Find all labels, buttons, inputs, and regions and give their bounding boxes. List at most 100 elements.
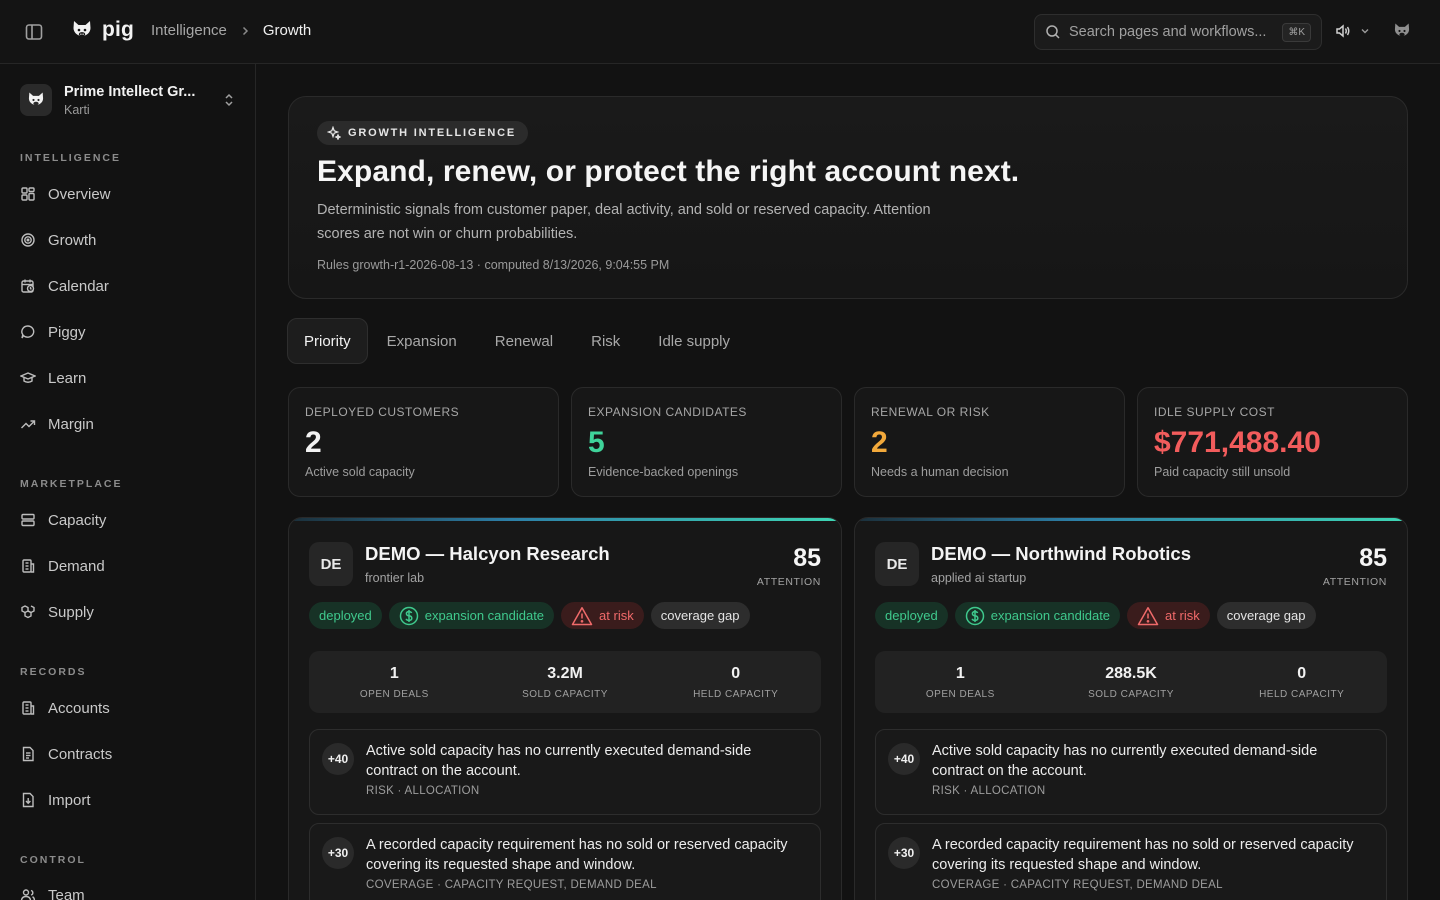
top-bar: pig Intelligence Growth ⌘K xyxy=(0,0,1440,64)
attention-score: 85 xyxy=(793,544,821,572)
sidebar-item-import[interactable]: Import xyxy=(20,785,236,815)
chat-bubble-icon xyxy=(20,324,36,340)
stat-sub: Evidence-backed openings xyxy=(588,465,739,479)
sidebar-item-learn[interactable]: Learn xyxy=(20,363,236,393)
account-card-northwind[interactable]: DE DEMO — Northwind Robotics applied ai … xyxy=(854,517,1408,900)
stat-sub: Paid capacity still unsold xyxy=(1154,465,1291,479)
calendar-clock-icon xyxy=(20,278,36,294)
sidebar-item-overview[interactable]: Overview xyxy=(20,179,236,209)
tab-idle-supply[interactable]: Idle supply xyxy=(639,318,749,364)
metric-open-deals: 1 OPEN DEALS xyxy=(875,651,1046,713)
file-import-icon xyxy=(20,792,36,808)
grid-icon xyxy=(20,186,36,202)
sidebar-item-label: Import xyxy=(48,791,91,809)
sidebar-item-label: Contracts xyxy=(48,745,113,763)
signal-text: Active sold capacity has no currently ex… xyxy=(366,743,752,779)
signal-text: A recorded capacity requirement has no s… xyxy=(932,837,1354,873)
stat-value: 2 xyxy=(305,426,322,459)
stat-label: RENEWAL OR RISK xyxy=(871,405,990,419)
sidebar-item-label: Team xyxy=(48,886,85,900)
sidebar-item-label: Margin xyxy=(48,415,94,433)
sidebar-item-capacity[interactable]: Capacity xyxy=(20,505,236,535)
hero-panel: GROWTH INTELLIGENCE Expand, renew, or pr… xyxy=(288,96,1408,299)
tab-priority[interactable]: Priority xyxy=(287,318,368,364)
sidebar-item-margin[interactable]: Margin xyxy=(20,409,236,439)
card-accent-bar xyxy=(289,518,841,521)
sidebar-item-accounts[interactable]: Accounts xyxy=(20,693,236,723)
search-input[interactable] xyxy=(1069,24,1275,40)
breadcrumb-parent[interactable]: Intelligence xyxy=(151,22,227,39)
stat-sub: Needs a human decision xyxy=(871,465,1009,479)
signal-item[interactable]: +40 Active sold capacity has no currentl… xyxy=(875,729,1387,815)
users-icon xyxy=(20,887,36,900)
stats-row: DEPLOYED CUSTOMERS 2 Active sold capacit… xyxy=(288,387,1408,497)
tag-label: deployed xyxy=(319,608,372,623)
search-shortcut: ⌘K xyxy=(1282,22,1311,42)
sidebar-item-contracts[interactable]: Contracts xyxy=(20,739,236,769)
page-description: Deterministic signals from customer pape… xyxy=(317,202,931,242)
tag-label: coverage gap xyxy=(660,608,740,623)
signal-meta: COVERAGE · CAPACITY REQUEST, DEMAND DEAL xyxy=(932,879,1223,891)
target-icon xyxy=(20,232,36,248)
org-switcher[interactable]: Prime Intellect Gr... Karti xyxy=(20,82,236,118)
account-type: frontier lab xyxy=(365,571,425,585)
signal-item[interactable]: +30 A recorded capacity requirement has … xyxy=(309,823,821,900)
account-card-halcyon[interactable]: DE DEMO — Halcyon Research frontier lab … xyxy=(288,517,842,900)
tab-renewal[interactable]: Renewal xyxy=(476,318,572,364)
sidebar-item-piggy[interactable]: Piggy xyxy=(20,317,236,347)
brand-logo[interactable]: pig xyxy=(70,18,134,42)
search-box[interactable]: ⌘K xyxy=(1034,14,1322,50)
metric-label: HELD CAPACITY xyxy=(1259,688,1345,700)
metric-held-capacity: 0 HELD CAPACITY xyxy=(650,651,821,713)
metric-value: 3.2M xyxy=(547,664,583,682)
attention-label: ATTENTION xyxy=(1322,576,1387,588)
org-avatar xyxy=(20,84,52,116)
rules-meta: Rules growth-r1-2026-08-13 · computed 8/… xyxy=(317,258,670,272)
sound-toggle[interactable] xyxy=(1334,22,1370,40)
tab-risk[interactable]: Risk xyxy=(572,318,639,364)
graduation-cap-icon xyxy=(20,370,36,386)
attention-label: ATTENTION xyxy=(756,576,821,588)
account-metrics: 1 OPEN DEALS 3.2M SOLD CAPACITY 0 HELD C… xyxy=(309,651,821,713)
card-accent-bar xyxy=(855,518,1407,521)
metric-value: 0 xyxy=(731,664,741,682)
pig-logo-icon xyxy=(70,18,94,42)
sidebar-item-label: Growth xyxy=(48,231,97,249)
tag-deployed: deployed xyxy=(309,602,382,629)
stat-value: 5 xyxy=(588,426,605,459)
document-icon xyxy=(20,746,36,762)
sidebar-item-supply[interactable]: Supply xyxy=(20,597,236,627)
tab-expansion[interactable]: Expansion xyxy=(368,318,476,364)
breadcrumb: Intelligence Growth xyxy=(151,22,311,39)
pig-org-icon xyxy=(26,90,46,110)
signal-item[interactable]: +40 Active sold capacity has no currentl… xyxy=(309,729,821,815)
account-name[interactable]: DEMO — Halcyon Research xyxy=(365,543,610,565)
boxes-icon xyxy=(20,604,36,620)
account-type: applied ai startup xyxy=(931,571,1027,585)
user-avatar[interactable] xyxy=(1392,21,1412,41)
sidebar-item-team[interactable]: Team xyxy=(20,880,236,900)
sidebar-item-demand[interactable]: Demand xyxy=(20,551,236,581)
tag-label: at risk xyxy=(599,608,634,623)
tag-at-risk: at risk xyxy=(1127,602,1210,629)
metric-sold-capacity: 288.5K SOLD CAPACITY xyxy=(1046,651,1217,713)
signal-item[interactable]: +30 A recorded capacity requirement has … xyxy=(875,823,1387,900)
sidebar-toggle-icon[interactable] xyxy=(22,20,46,44)
metric-label: OPEN DEALS xyxy=(925,688,995,700)
sidebar-item-growth[interactable]: Growth xyxy=(20,225,236,255)
sidebar-item-label: Learn xyxy=(48,369,87,387)
metric-label: SOLD CAPACITY xyxy=(1088,688,1174,700)
section-badge-label: GROWTH INTELLIGENCE xyxy=(348,127,517,139)
tag-coverage-gap: coverage gap xyxy=(1216,602,1316,629)
tag-label: coverage gap xyxy=(1226,608,1306,623)
sidebar: Prime Intellect Gr... Karti INTELLIGENCE… xyxy=(0,64,256,900)
stat-card-deployed: DEPLOYED CUSTOMERS 2 Active sold capacit… xyxy=(288,387,559,497)
org-name: Prime Intellect Gr... xyxy=(64,83,196,100)
sidebar-item-calendar[interactable]: Calendar xyxy=(20,271,236,301)
speaker-icon xyxy=(1334,22,1352,40)
tab-bar: Priority Expansion Renewal Risk Idle sup… xyxy=(287,318,749,364)
account-name[interactable]: DEMO — Northwind Robotics xyxy=(931,543,1191,565)
sidebar-item-label: Overview xyxy=(48,185,111,203)
nav-section-control: CONTROL xyxy=(20,854,86,866)
tag-coverage-gap: coverage gap xyxy=(650,602,750,629)
